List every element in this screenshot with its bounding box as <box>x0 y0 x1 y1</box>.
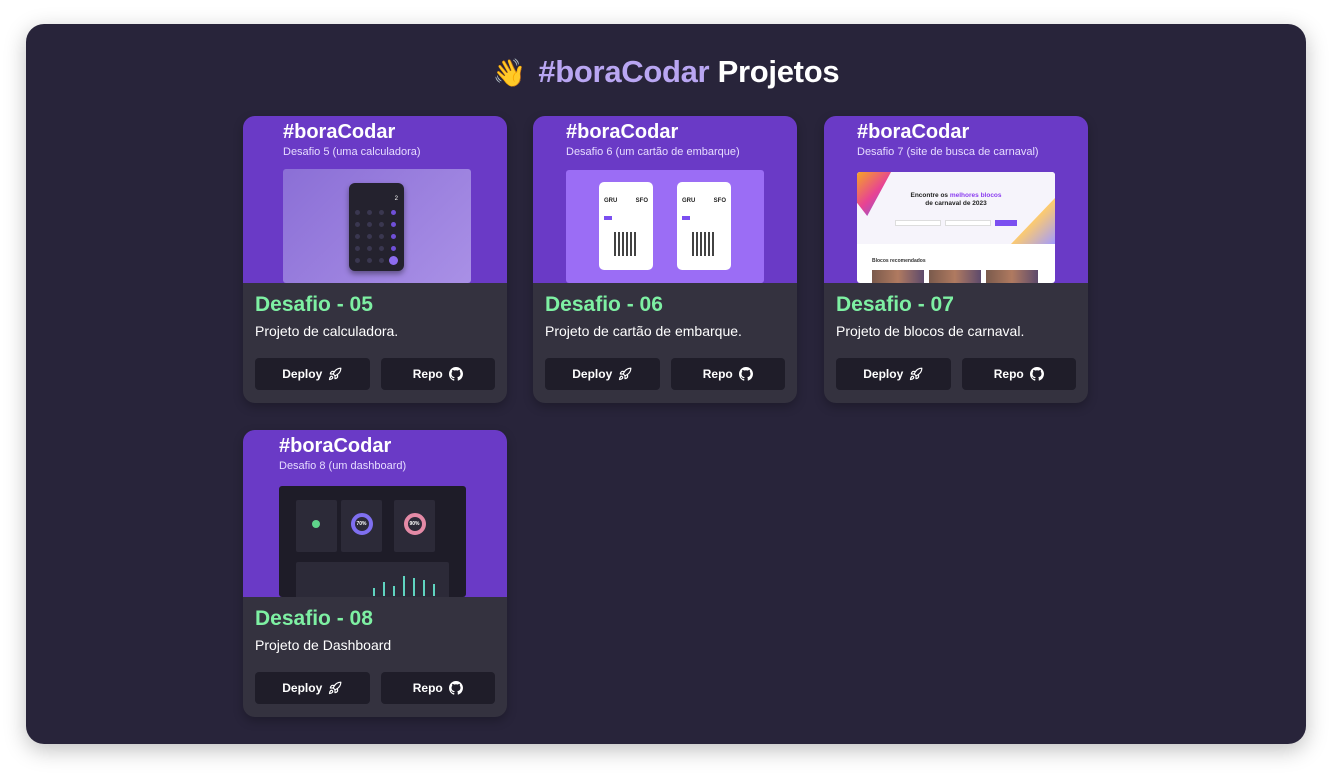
repo-label: Repo <box>412 367 443 381</box>
deploy-button[interactable]: Deploy <box>836 358 951 390</box>
repo-label: Repo <box>702 367 733 381</box>
repo-button[interactable]: Repo <box>670 358 785 390</box>
card-description: Projeto de blocos de carnaval. <box>836 323 1025 339</box>
dashboard-chart-panel <box>296 562 449 597</box>
block-photo <box>872 270 924 283</box>
project-thumbnail: #boraCodar Desafio 7 (site de busca de c… <box>824 116 1088 283</box>
deploy-button[interactable]: Deploy <box>545 358 660 390</box>
card-title: Desafio - 07 <box>836 293 954 316</box>
project-card: #boraCodar Desafio 8 (um dashboard) 70% … <box>243 430 507 717</box>
ticket: GRU SFO <box>677 182 731 270</box>
rocket-icon <box>619 367 632 381</box>
github-icon <box>448 681 463 695</box>
rocket-icon <box>910 367 923 381</box>
title-accent: #boraCodar <box>538 54 710 89</box>
card-description: Projeto de cartão de embarque. <box>545 323 742 339</box>
calculator-display: 2 <box>394 196 398 202</box>
ring-value: 70% <box>356 521 367 527</box>
card-description: Projeto de Dashboard <box>255 637 392 653</box>
repo-label: Repo <box>993 367 1024 381</box>
qr-code <box>692 232 716 256</box>
dashboard-preview: 70% 90% <box>279 486 466 597</box>
repo-label: Repo <box>412 681 443 695</box>
origin-code: GRU <box>682 198 696 204</box>
github-icon <box>448 367 463 381</box>
deploy-button[interactable]: Deploy <box>255 358 370 390</box>
dashboard-widget: 70% <box>341 500 382 552</box>
thumbnail-subtitle: Desafio 8 (um dashboard) <box>279 460 407 472</box>
deploy-label: Deploy <box>282 681 323 695</box>
deploy-button[interactable]: Deploy <box>255 672 370 704</box>
repo-button[interactable]: Repo <box>380 672 495 704</box>
page-title: 👋 #boraCodar Projetos <box>26 54 1306 90</box>
deploy-label: Deploy <box>572 367 613 381</box>
carnival-site-preview: Encontre os melhores blocos de carnaval … <box>857 172 1055 283</box>
section-label: Blocos recomendados <box>872 258 926 264</box>
calculator-device: 2 <box>349 183 404 271</box>
destination-code: SFO <box>713 198 726 204</box>
thumbnail-brand: #boraCodar <box>566 121 679 143</box>
boarding-pass-preview: GRU SFO GRU SFO <box>566 170 764 283</box>
dashboard-widget <box>296 500 337 552</box>
project-card: #boraCodar Desafio 5 (uma calculadora) 2… <box>243 116 507 403</box>
github-icon <box>738 367 753 381</box>
project-thumbnail: #boraCodar Desafio 5 (uma calculadora) 2 <box>243 116 507 283</box>
dashboard-widget: 90% <box>394 500 435 552</box>
thumbnail-subtitle: Desafio 7 (site de busca de carnaval) <box>857 146 1039 158</box>
project-thumbnail: #boraCodar Desafio 8 (um dashboard) 70% … <box>243 430 507 597</box>
waving-hand-icon: 👋 <box>492 58 527 88</box>
hero-line-1: Encontre os <box>910 192 949 199</box>
hero-line-2: de carnaval de 2023 <box>925 200 987 207</box>
thumbnail-subtitle: Desafio 6 (um cartão de embarque) <box>566 146 740 158</box>
origin-code: GRU <box>604 198 618 204</box>
card-title: Desafio - 05 <box>255 293 373 316</box>
destination-code: SFO <box>635 198 648 204</box>
rocket-icon <box>329 681 342 695</box>
thumbnail-subtitle: Desafio 5 (uma calculadora) <box>283 146 421 158</box>
calculator-preview: 2 <box>283 169 471 283</box>
thumbnail-brand: #boraCodar <box>857 121 970 143</box>
thumbnail-brand: #boraCodar <box>283 121 396 143</box>
github-icon <box>1029 367 1044 381</box>
deploy-label: Deploy <box>282 367 323 381</box>
project-card: #boraCodar Desafio 7 (site de busca de c… <box>824 116 1088 403</box>
project-thumbnail: #boraCodar Desafio 6 (um cartão de embar… <box>533 116 797 283</box>
project-card: #boraCodar Desafio 6 (um cartão de embar… <box>533 116 797 403</box>
block-photo <box>986 270 1038 283</box>
qr-code <box>614 232 638 256</box>
app-window: 👋 #boraCodar Projetos #boraCodar Desafio… <box>26 24 1306 744</box>
hero-highlight: melhores blocos <box>949 192 1002 199</box>
repo-button[interactable]: Repo <box>380 358 495 390</box>
card-description: Projeto de calculadora. <box>255 323 399 339</box>
repo-button[interactable]: Repo <box>961 358 1076 390</box>
card-title: Desafio - 06 <box>545 293 663 316</box>
title-rest: Projetos <box>717 54 840 89</box>
thumbnail-brand: #boraCodar <box>279 435 392 457</box>
ticket: GRU SFO <box>599 182 653 270</box>
ring-value: 90% <box>409 521 420 527</box>
rocket-icon <box>329 367 342 381</box>
block-photo <box>929 270 981 283</box>
deploy-label: Deploy <box>863 367 904 381</box>
carnival-hero-title: Encontre os melhores blocos de carnaval … <box>897 192 1015 208</box>
card-title: Desafio - 08 <box>255 607 373 630</box>
